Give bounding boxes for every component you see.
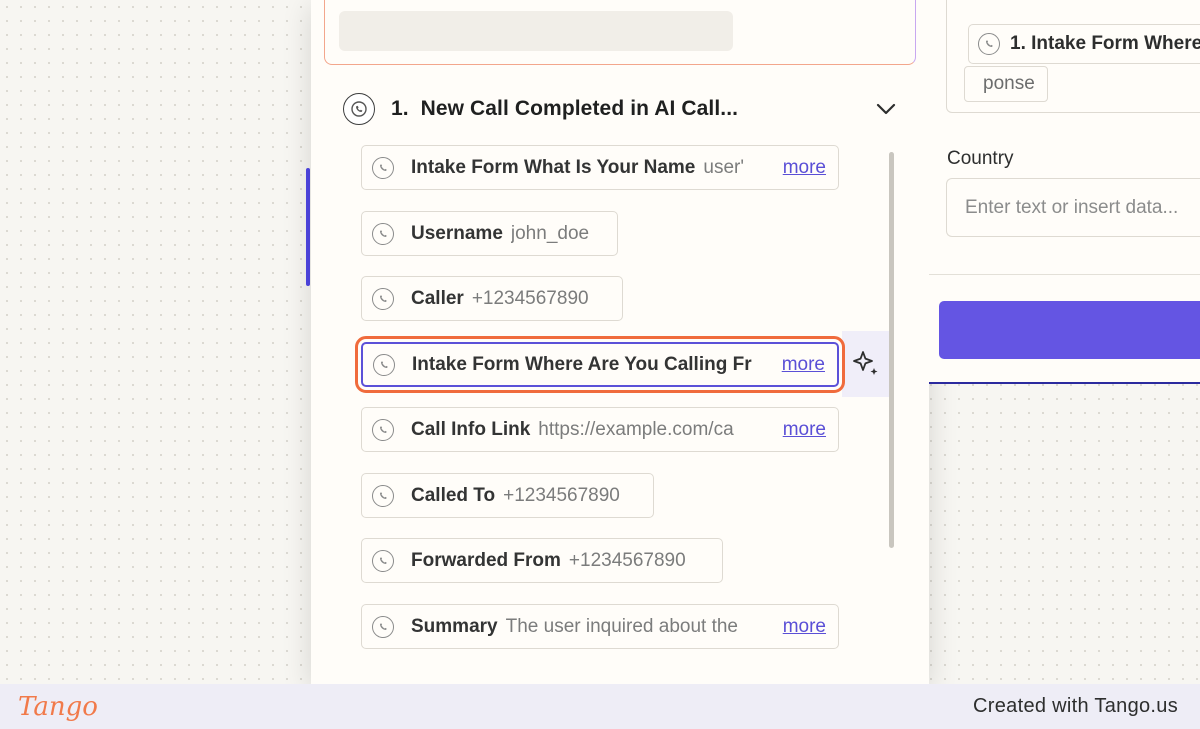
field-value: +1234567890 (503, 484, 620, 506)
field-chip-username[interactable]: Username john_doe (361, 211, 618, 256)
field-chip-call-info-link[interactable]: Call Info Link https://example.com/ca mo… (361, 407, 839, 452)
footer-credit: Created with Tango.us (973, 695, 1178, 717)
app-step-icon (372, 549, 394, 572)
field-chip-where-calling[interactable]: Intake Form Where Are You Calling Fr mor… (355, 336, 845, 393)
app-step-icon (372, 484, 394, 507)
app-step-icon (978, 33, 1000, 55)
step-header[interactable]: 1. New Call Completed in AI Call... (343, 88, 899, 130)
canvas-node-edge (306, 168, 310, 286)
more-link[interactable]: more (783, 419, 826, 441)
app-step-icon (343, 93, 375, 125)
field-label: Caller (411, 287, 464, 309)
mapped-data-chip-label: 1. Intake Form Where (1010, 33, 1200, 54)
chevron-down-icon[interactable] (873, 96, 899, 122)
email-field[interactable]: 1. Intake Form Where ponse (946, 0, 1200, 113)
field-label: Intake Form What Is Your Name (411, 156, 696, 178)
action-form-panel: 1. Intake Form Where ponse Country (929, 0, 1200, 384)
field-value: The user inquired about the (505, 615, 738, 637)
field-label: Summary (411, 615, 498, 637)
country-field[interactable] (946, 178, 1200, 237)
field-value: https://example.com/ca (538, 418, 734, 440)
ai-sparkle-icon (852, 351, 877, 375)
search-placeholder-bar (339, 11, 733, 51)
app-step-icon (372, 156, 394, 179)
field-chip-name[interactable]: Intake Form What Is Your Name user' more (361, 145, 839, 190)
field-chip-summary[interactable]: Summary The user inquired about the more (361, 604, 839, 649)
field-value: +1234567890 (471, 287, 589, 309)
field-chip-caller[interactable]: Caller +1234567890 (361, 276, 623, 321)
scrollbar[interactable] (889, 152, 894, 548)
app-step-icon (372, 418, 394, 441)
search-input[interactable] (324, 0, 916, 65)
divider (929, 274, 1200, 275)
more-link[interactable]: more (783, 157, 826, 179)
field-value: user' (703, 156, 744, 178)
field-label: Forwarded From (411, 549, 561, 571)
mapped-data-chip[interactable]: 1. Intake Form Where (968, 24, 1200, 64)
field-label: Intake Form Where Are You Calling Fr (412, 353, 752, 375)
field-value: john_doe (510, 222, 590, 244)
ai-suggest-box[interactable] (842, 331, 889, 397)
field-label: Username (411, 222, 503, 244)
app-step-icon (372, 615, 394, 638)
country-label: Country (947, 148, 1014, 169)
field-chip-forwarded-from[interactable]: Forwarded From +1234567890 (361, 538, 723, 583)
more-link[interactable]: more (783, 616, 826, 638)
field-chip-called-to[interactable]: Called To +1234567890 (361, 473, 654, 518)
app-step-icon (372, 287, 394, 310)
app-step-icon (373, 353, 395, 376)
mapped-data-chip-tail[interactable]: ponse (964, 66, 1048, 102)
more-link[interactable]: more (782, 354, 825, 376)
step-title: 1. New Call Completed in AI Call... (391, 97, 739, 120)
tango-logo: Tango (18, 691, 98, 722)
continue-button[interactable] (939, 301, 1200, 359)
field-label: Call Info Link (411, 418, 531, 440)
footer-bar: Tango Created with Tango.us (0, 684, 1200, 729)
field-label: Called To (411, 484, 496, 506)
app-step-icon (372, 222, 394, 245)
field-value: +1234567890 (568, 549, 686, 571)
